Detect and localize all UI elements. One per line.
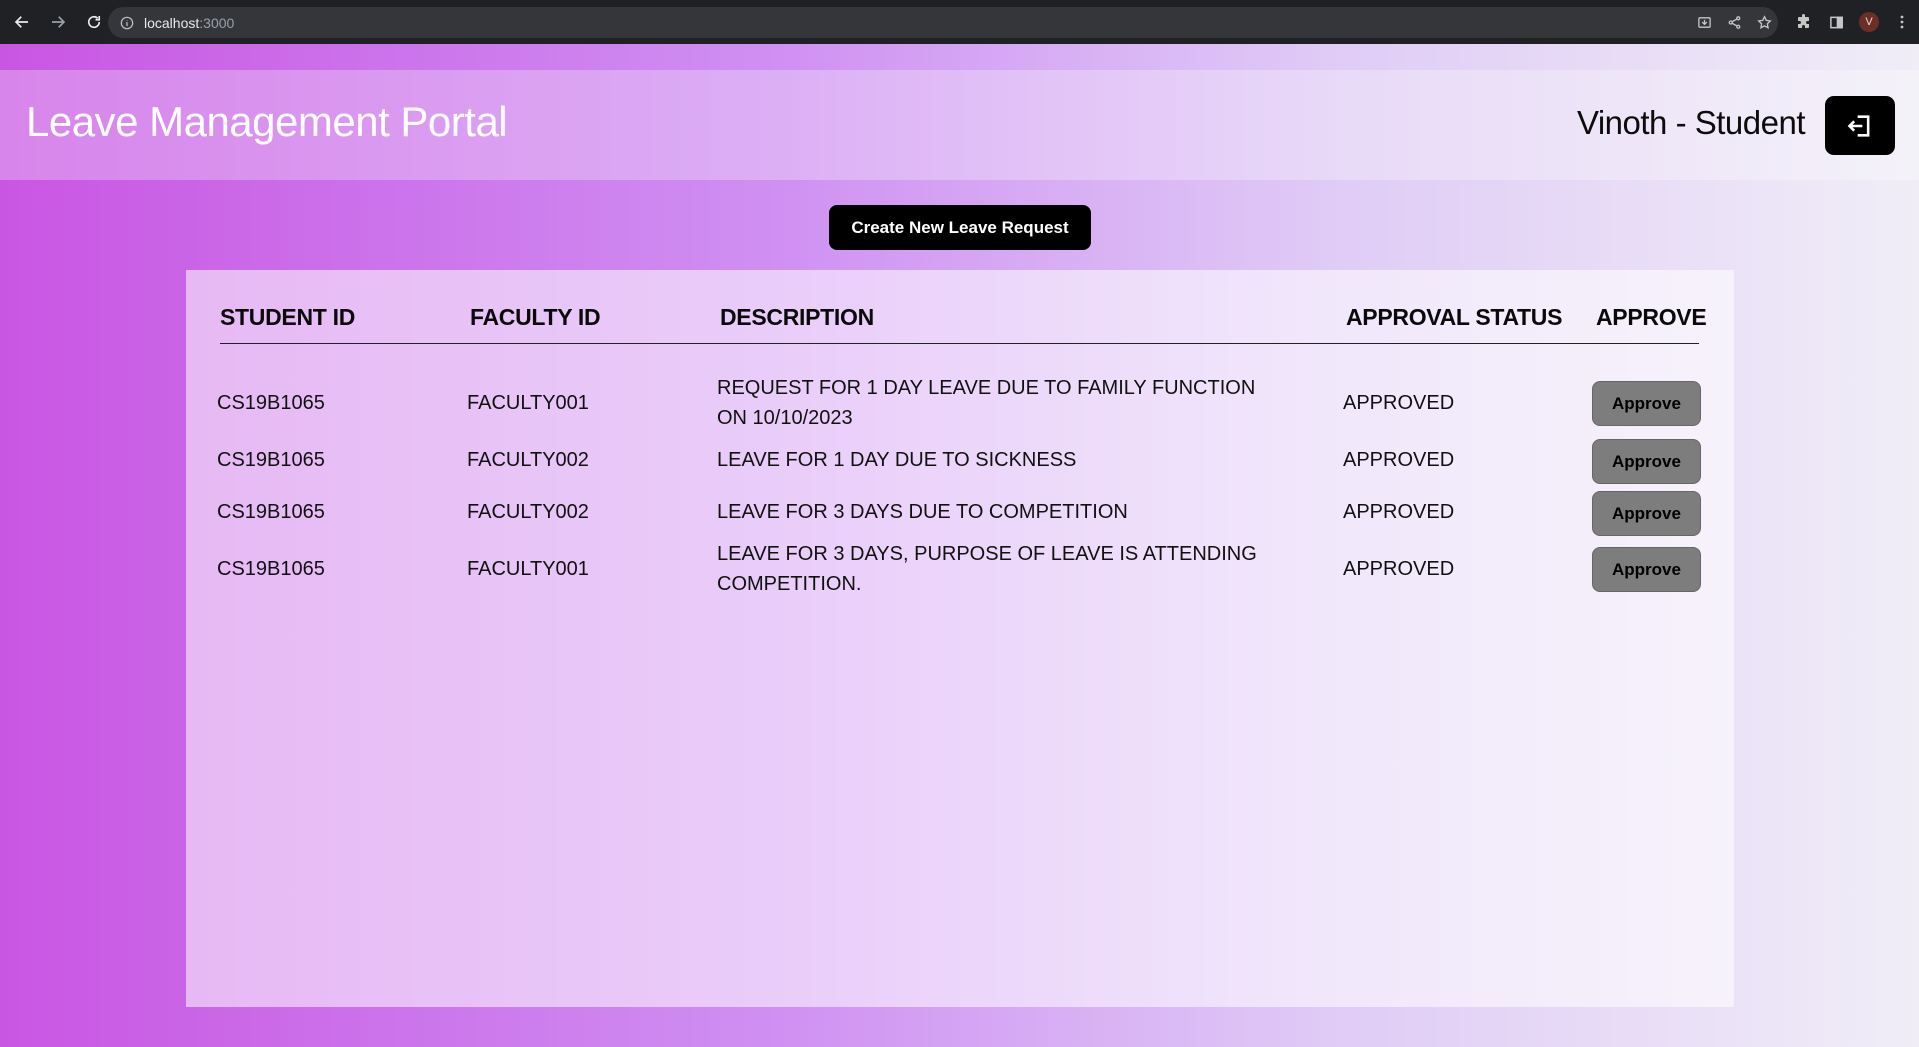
profile-avatar[interactable]: V xyxy=(1859,12,1879,32)
url-text: localhost:3000 xyxy=(144,14,235,31)
table-row: CS19B1065 FACULTY001 REQUEST FOR 1 DAY L… xyxy=(186,370,1734,436)
logout-icon xyxy=(1847,114,1870,137)
reload-icon[interactable] xyxy=(78,6,110,38)
student-id-cell: CS19B1065 xyxy=(217,558,325,580)
bookmark-star-icon[interactable] xyxy=(1756,15,1772,31)
column-header-approval-status: APPROVAL STATUS xyxy=(1346,304,1563,330)
approve-button[interactable]: Approve xyxy=(1592,381,1701,426)
extensions-icon[interactable] xyxy=(1795,13,1813,31)
student-id-cell: CS19B1065 xyxy=(217,501,325,523)
create-leave-request-button[interactable]: Create New Leave Request xyxy=(829,205,1091,250)
faculty-id-cell: FACULTY001 xyxy=(467,392,589,414)
menu-dots-icon[interactable] xyxy=(1893,13,1911,31)
student-id-cell: CS19B1065 xyxy=(217,392,325,414)
table-row: CS19B1065 FACULTY002 LEAVE FOR 3 DAYS DU… xyxy=(186,486,1734,538)
forward-icon[interactable] xyxy=(42,6,74,38)
leave-requests-table: STUDENT ID FACULTY ID DESCRIPTION APPROV… xyxy=(186,270,1734,1007)
address-bar[interactable]: localhost:3000 xyxy=(108,7,1778,38)
logout-button[interactable] xyxy=(1825,96,1895,155)
student-id-cell: CS19B1065 xyxy=(217,449,325,471)
side-panel-icon[interactable] xyxy=(1827,13,1845,31)
browser-toolbar: localhost:3000 V xyxy=(0,0,1919,44)
status-cell: APPROVED xyxy=(1343,392,1455,414)
column-header-description: DESCRIPTION xyxy=(720,304,874,330)
column-header-student-id: STUDENT ID xyxy=(220,304,356,330)
approve-button[interactable]: Approve xyxy=(1592,547,1701,592)
table-row: CS19B1065 FACULTY002 LEAVE FOR 1 DAY DUE… xyxy=(186,436,1734,486)
description-cell: LEAVE FOR 3 DAYS, PURPOSE OF LEAVE IS AT… xyxy=(717,543,1257,595)
app-header: Leave Management Portal Vinoth - Student xyxy=(0,70,1919,180)
share-icon[interactable] xyxy=(1726,15,1742,31)
user-role-label: Vinoth - Student xyxy=(1576,104,1806,141)
faculty-id-cell: FACULTY002 xyxy=(467,501,589,523)
description-cell: LEAVE FOR 3 DAYS DUE TO COMPETITION xyxy=(717,501,1128,523)
status-cell: APPROVED xyxy=(1343,558,1455,580)
faculty-id-cell: FACULTY002 xyxy=(467,449,589,471)
faculty-id-cell: FACULTY001 xyxy=(467,558,589,580)
description-cell: REQUEST FOR 1 DAY LEAVE DUE TO FAMILY FU… xyxy=(717,377,1256,429)
table-row: CS19B1065 FACULTY001 LEAVE FOR 3 DAYS, P… xyxy=(186,538,1734,604)
table-header: STUDENT ID FACULTY ID DESCRIPTION APPROV… xyxy=(220,304,1707,344)
back-icon[interactable] xyxy=(6,6,38,38)
approve-button[interactable]: Approve xyxy=(1592,491,1701,536)
column-header-approve: APPROVE xyxy=(1596,304,1707,330)
info-icon[interactable] xyxy=(120,16,134,30)
install-icon[interactable] xyxy=(1696,15,1712,31)
column-header-faculty-id: FACULTY ID xyxy=(470,304,601,330)
description-cell: LEAVE FOR 1 DAY DUE TO SICKNESS xyxy=(717,449,1077,471)
approve-button[interactable]: Approve xyxy=(1592,439,1701,484)
status-cell: APPROVED xyxy=(1343,449,1455,471)
status-cell: APPROVED xyxy=(1343,501,1455,523)
page-title: Leave Management Portal xyxy=(26,98,508,145)
